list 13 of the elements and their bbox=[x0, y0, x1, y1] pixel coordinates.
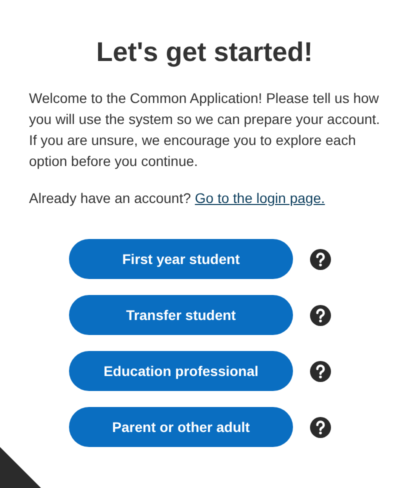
intro-text: Welcome to the Common Application! Please tell us how you will use the system so we can prepare your account. If you are unsure, we encourage you to explore each option before you continue. bbox=[29, 89, 381, 171]
help-icon[interactable] bbox=[310, 304, 331, 326]
account-prompt: Already have an account? bbox=[29, 189, 191, 208]
role-button[interactable]: First year student bbox=[69, 239, 293, 279]
role-button[interactable]: Education professional bbox=[69, 351, 293, 391]
help-icon[interactable] bbox=[310, 360, 331, 382]
page-title: Let's get started! bbox=[95, 36, 314, 69]
help-icon[interactable] bbox=[310, 248, 331, 270]
help-icon[interactable] bbox=[310, 416, 331, 438]
login-link[interactable]: Go to the login page. bbox=[194, 186, 325, 210]
role-button[interactable]: Parent or other adult bbox=[69, 407, 293, 447]
corner-triangle bbox=[0, 447, 42, 488]
role-button[interactable]: Transfer student bbox=[69, 295, 293, 335]
